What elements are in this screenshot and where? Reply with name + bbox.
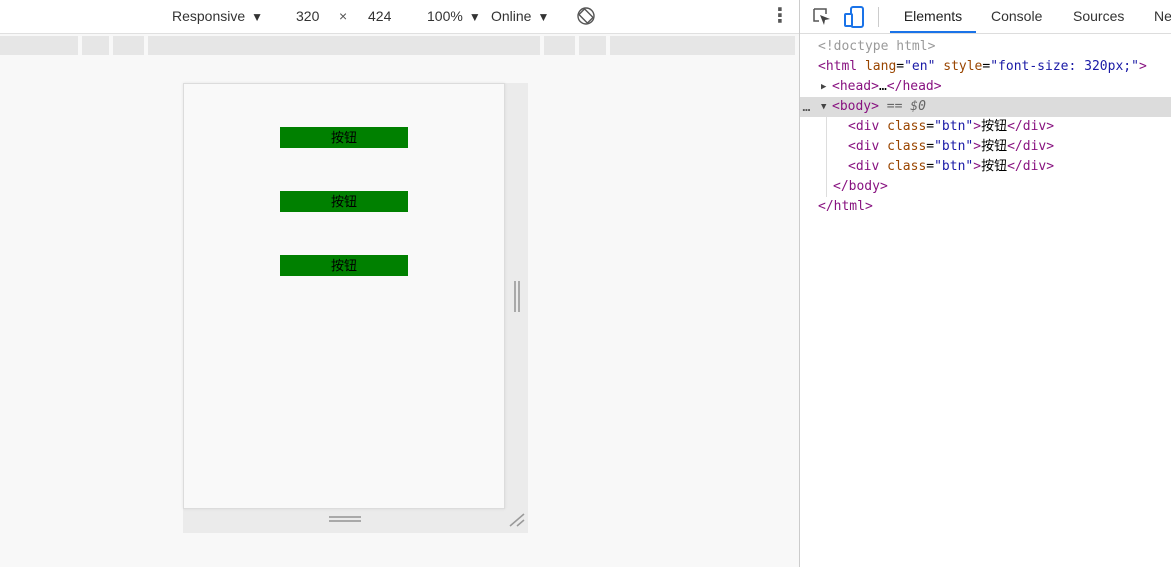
- tab-network[interactable]: Ne: [1154, 0, 1171, 33]
- tab-sources[interactable]: Sources: [1073, 0, 1124, 33]
- media-query-segment[interactable]: [0, 36, 78, 55]
- more-options-icon[interactable]: ⋮: [770, 0, 790, 33]
- device-toolbar: Responsive ▼ 320 × 424 100% ▼ Online ▼ ⋮: [0, 0, 799, 34]
- dom-node-div[interactable]: <div class="btn">按钮</div>: [800, 157, 1171, 177]
- zoom-select[interactable]: 100% ▼: [427, 0, 481, 33]
- inspect-element-icon[interactable]: [812, 7, 832, 30]
- media-query-segment[interactable]: [579, 36, 606, 55]
- corner-resize-icon[interactable]: [508, 512, 526, 528]
- more-actions-icon[interactable]: ...: [802, 97, 811, 117]
- media-query-segment[interactable]: [82, 36, 109, 55]
- btn-div[interactable]: 按钮: [280, 255, 408, 276]
- height-input[interactable]: 424: [368, 0, 391, 33]
- caret-down-icon: ▼: [468, 10, 481, 24]
- devtools-panel: Elements Console Sources Ne <!doctype ht…: [799, 0, 1171, 567]
- indent-guide: [826, 117, 827, 197]
- dom-node-body[interactable]: ... ▼ <body> == $0: [800, 97, 1171, 117]
- device-viewport: 按钮 按钮 按钮: [183, 83, 505, 509]
- rotate-icon[interactable]: [576, 6, 596, 26]
- dom-node-html-close[interactable]: </html>: [800, 197, 1171, 217]
- tab-console[interactable]: Console: [991, 0, 1042, 33]
- expand-triangle-icon[interactable]: ▶: [821, 77, 826, 97]
- dom-node-body-close[interactable]: </body>: [800, 177, 1171, 197]
- collapse-triangle-icon[interactable]: ▼: [821, 97, 826, 117]
- throttling-label: Online: [491, 8, 532, 24]
- media-query-bar: [0, 36, 799, 55]
- dom-node-div[interactable]: <div class="btn">按钮</div>: [800, 117, 1171, 137]
- devtools-tabbar: Elements Console Sources Ne: [800, 0, 1171, 34]
- media-query-segment[interactable]: [148, 36, 540, 55]
- device-toggle-icon[interactable]: [844, 5, 866, 32]
- toolbar-divider: [878, 7, 879, 27]
- throttling-select[interactable]: Online ▼: [491, 0, 549, 33]
- dom-node-doctype[interactable]: <!doctype html>: [800, 37, 1171, 57]
- dom-node-html[interactable]: <html lang="en" style="font-size: 320px;…: [800, 57, 1171, 77]
- device-label: Responsive: [172, 8, 246, 24]
- btn-div[interactable]: 按钮: [280, 127, 408, 148]
- media-query-segment[interactable]: [544, 36, 575, 55]
- media-query-segment[interactable]: [113, 36, 144, 55]
- width-input[interactable]: 320: [296, 0, 319, 33]
- dimension-times: ×: [339, 8, 348, 24]
- dom-node-head[interactable]: ▶ <head>…</head>: [800, 77, 1171, 97]
- caret-down-icon: ▼: [537, 10, 550, 24]
- device-emulation-pane: Responsive ▼ 320 × 424 100% ▼ Online ▼ ⋮ 按钮…: [0, 0, 799, 567]
- dom-node-div[interactable]: <div class="btn">按钮</div>: [800, 137, 1171, 157]
- zoom-label: 100%: [427, 8, 463, 24]
- caret-down-icon: ▼: [251, 10, 264, 24]
- device-select[interactable]: Responsive ▼: [172, 0, 263, 33]
- media-query-segment[interactable]: [610, 36, 795, 55]
- tab-elements[interactable]: Elements: [890, 0, 976, 33]
- width-resize-handle[interactable]: [514, 281, 520, 312]
- height-resize-handle[interactable]: [329, 516, 361, 524]
- btn-div[interactable]: 按钮: [280, 191, 408, 212]
